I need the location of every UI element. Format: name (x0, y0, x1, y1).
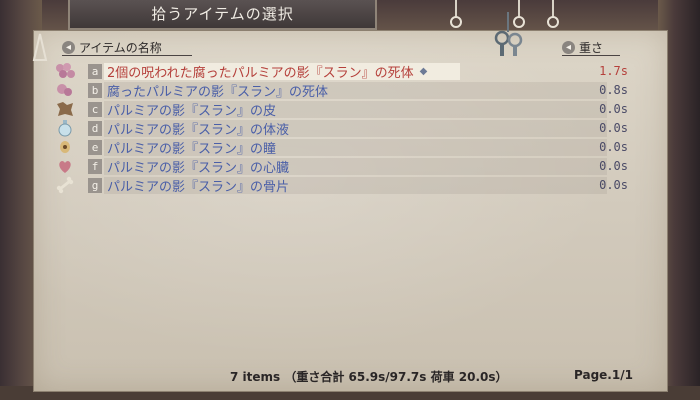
item-name-cell: パルミアの影『スラン』の心臓 (104, 157, 607, 176)
quill-icon (32, 33, 48, 61)
item-name: パルミアの影『スラン』の体液 (107, 122, 290, 138)
page-indicator: Page.1/1 (574, 368, 633, 382)
selection-diamond-icon: ◆ (419, 65, 428, 77)
item-name: パルミアの影『スラン』の瞳 (107, 141, 277, 157)
item-name: パルミアの影『スラン』の骨片 (107, 179, 290, 195)
list-item[interactable]: d パルミアの影『スラン』の体液 0.0s (54, 119, 634, 138)
item-weight: 0.0s (599, 102, 628, 116)
item-name: パルミアの影『スラン』の心臓 (107, 160, 290, 176)
header-circle-icon: ◂ (62, 40, 75, 54)
list-item[interactable]: f パルミアの影『スラン』の心臓 0.0s (54, 157, 634, 176)
list-item[interactable]: g パルミアの影『スラン』の骨片 0.0s (54, 176, 634, 195)
list-item[interactable]: c パルミアの影『スラン』の皮 0.0s (54, 100, 634, 119)
item-name-cell: 腐ったパルミアの影『スラン』の死体 (104, 81, 607, 100)
item-weight: 1.7s (599, 64, 628, 78)
list-item[interactable]: e パルミアの影『スラン』の瞳 0.0s (54, 138, 634, 157)
window-title: 拾うアイテムの選択 (68, 0, 377, 30)
name-header-label: アイテムの名称 (79, 40, 162, 55)
item-name-cell: パルミアの影『スラン』の体液 (104, 119, 607, 138)
hide-icon (54, 100, 76, 118)
potion-flask-icon (54, 119, 76, 137)
header-underline (62, 55, 192, 56)
item-key: f (88, 158, 102, 174)
item-weight: 0.0s (599, 140, 628, 154)
bone-icon (54, 176, 76, 194)
item-weight: 0.0s (599, 178, 628, 192)
item-name-cell: パルミアの影『スラン』の皮 (104, 100, 607, 119)
item-weight: 0.0s (599, 159, 628, 173)
keys-icon (494, 12, 523, 56)
meat-chunks-icon (54, 62, 76, 80)
name-column-header[interactable]: ◂ アイテムの名称 (62, 38, 162, 56)
eyeball-icon (54, 138, 76, 156)
item-name: パルミアの影『スラン』の皮 (107, 103, 277, 119)
item-name: 2個の呪われた腐ったパルミアの影『スラン』の死体 (107, 65, 414, 81)
list-item[interactable]: b 腐ったパルミアの影『スラン』の死体 0.8s (54, 81, 634, 100)
item-key: c (88, 101, 102, 117)
weight-column-header[interactable]: ◂ 重さ (562, 38, 603, 56)
item-key: g (88, 177, 102, 193)
weight-header-label: 重さ (579, 40, 604, 55)
header-circle-icon: ◂ (562, 40, 575, 54)
hanging-chain-icon (547, 0, 559, 28)
list-item[interactable]: a 2個の呪われた腐ったパルミアの影『スラン』の死体 ◆ 1.7s (54, 62, 634, 81)
item-name-cell: 2個の呪われた腐ったパルミアの影『スラン』の死体 ◆ (104, 62, 460, 81)
item-key: a (88, 63, 102, 79)
weight-summary: 7 items （重さ合計 65.9s/97.7s 荷車 20.0s） (230, 370, 508, 384)
item-name-cell: パルミアの影『スラン』の瞳 (104, 138, 607, 157)
item-weight: 0.0s (599, 121, 628, 135)
item-key: e (88, 139, 102, 155)
item-weight: 0.8s (599, 83, 628, 97)
hanging-chain-icon (450, 0, 462, 28)
item-key: b (88, 82, 102, 98)
header-underline (562, 55, 620, 56)
item-name: 腐ったパルミアの影『スラン』の死体 (107, 84, 329, 100)
item-key: d (88, 120, 102, 136)
meat-chunk-icon (54, 81, 76, 99)
item-name-cell: パルミアの影『スラン』の骨片 (104, 176, 607, 195)
heart-icon (54, 157, 76, 175)
